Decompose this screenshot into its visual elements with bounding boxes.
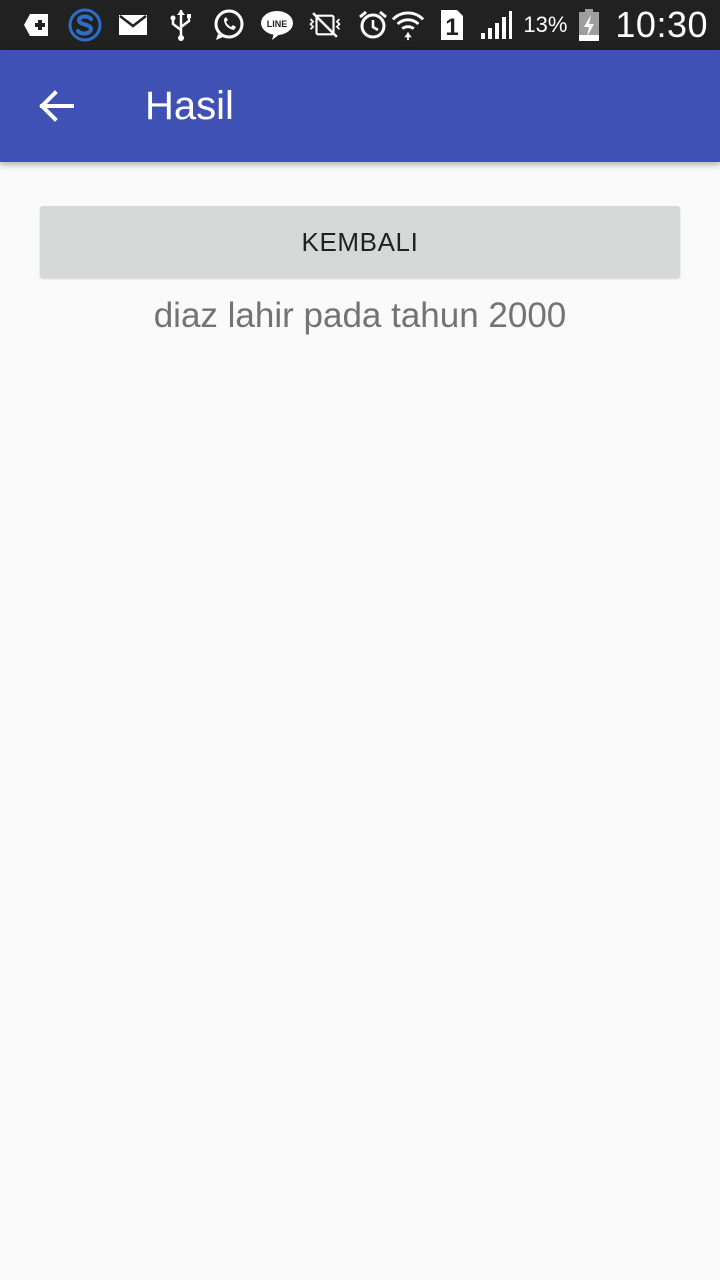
signal-icon <box>479 8 513 42</box>
sim-1-label: 1 <box>446 14 459 41</box>
line-app-icon: LINE <box>260 8 294 42</box>
app-bar: Hasil <box>0 50 720 162</box>
vibrate-mute-icon <box>308 8 342 42</box>
usb-icon <box>164 8 198 42</box>
mail-icon <box>116 8 150 42</box>
status-bar-system: 1 13% 10:30 <box>391 4 708 45</box>
kembali-button[interactable]: KEMBALI <box>40 206 680 278</box>
status-bar-notifications: LINE <box>20 7 390 43</box>
page-title: Hasil <box>145 84 234 128</box>
status-bar: LINE 1 13% 10:30 <box>0 0 720 50</box>
line-app-label: LINE <box>267 19 288 29</box>
status-bar-clock: 10:30 <box>615 4 708 45</box>
battery-icon <box>577 8 601 42</box>
add-box-icon <box>20 8 54 42</box>
alarm-icon <box>356 8 390 42</box>
s-app-icon <box>68 8 102 42</box>
result-text: diaz lahir pada tahun 2000 <box>153 296 567 335</box>
back-button[interactable] <box>20 70 92 142</box>
whatsapp-icon <box>212 8 246 42</box>
battery-percent: 13% <box>523 12 568 37</box>
wifi-icon <box>391 8 425 42</box>
sim-1-icon: 1 <box>435 8 469 42</box>
arrow-back-icon <box>39 90 74 122</box>
